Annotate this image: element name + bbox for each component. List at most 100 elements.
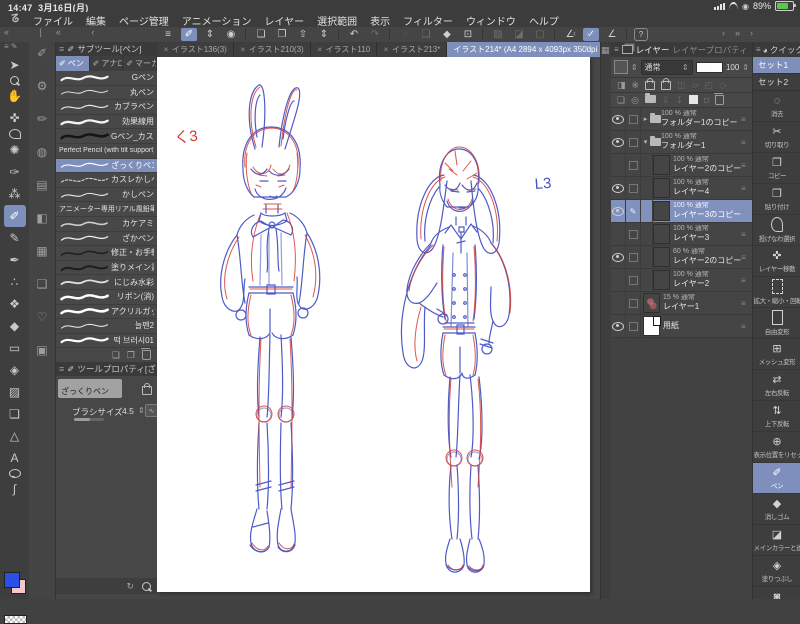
layer-row[interactable]: 100 % 通常 レイヤー4 ≡ xyxy=(611,177,752,200)
layer-row-menu-icon[interactable]: ≡ xyxy=(741,299,752,308)
quick-item[interactable]: 自由変形 xyxy=(753,308,800,339)
layer-row-menu-icon[interactable]: ≡ xyxy=(741,161,752,170)
close-tab-icon[interactable]: ✕ xyxy=(317,46,323,54)
tool-icon[interactable]: ∴ xyxy=(4,271,26,293)
palette-dock-icon[interactable]: ❏ xyxy=(37,277,48,293)
canvas-tab[interactable]: ✕ イラスト210(3) xyxy=(234,42,311,57)
layer-option-icon[interactable]: ◇ xyxy=(719,80,726,91)
tool-icon[interactable]: ✑ xyxy=(4,161,26,183)
palette-dock-icon[interactable]: ◧ xyxy=(36,211,47,227)
canvas-tab[interactable]: ✕ イラスト110 xyxy=(311,42,377,57)
tool-icon[interactable]: ⁂ xyxy=(4,183,26,205)
command-icon[interactable]: ▨ xyxy=(490,28,506,41)
layer-option-icon[interactable]: ◫ xyxy=(677,80,686,91)
close-tab-icon[interactable]: ✕ xyxy=(240,46,246,54)
brush-footer-icon[interactable]: ❐ xyxy=(127,350,135,361)
close-tab-icon[interactable]: ✕ xyxy=(383,46,389,54)
transparent-color-swatch[interactable] xyxy=(4,615,27,624)
brush-list-item[interactable]: Gペン xyxy=(56,71,157,86)
layer-row[interactable]: 60 % 通常 レイヤー2のコピー2 ≡ xyxy=(611,246,752,269)
canvas-tab[interactable]: ✕ イラスト136(3) xyxy=(157,42,234,57)
layer-check-cell[interactable]: ✎ xyxy=(626,200,641,222)
command-icon[interactable]: ✐ xyxy=(181,28,197,41)
tool-icon[interactable]: ✒ xyxy=(4,249,26,271)
layer-row-menu-icon[interactable]: ≡ xyxy=(741,138,752,147)
layer-action-icon[interactable]: ↧ xyxy=(675,95,683,106)
palette-dock-icon[interactable]: ▤ xyxy=(36,178,47,194)
thumbnail-stepper[interactable]: ⇕ xyxy=(631,63,638,72)
layer-visibility-cell[interactable] xyxy=(611,223,626,245)
brush-list-item[interactable]: Perfect Pencil (with tilt support) xyxy=(56,144,157,159)
menu-item[interactable]: ページ管理 xyxy=(119,13,169,28)
command-icon[interactable]: ⊡ xyxy=(460,28,476,41)
selected-brush-box[interactable]: ざっくりペン xyxy=(58,379,122,398)
layer-option-icon[interactable]: ※ xyxy=(632,80,640,91)
palette-dock-icon[interactable]: ✐ xyxy=(37,46,47,62)
quick-item[interactable]: ⊕ 表示位置をリセット xyxy=(753,432,800,463)
tool-icon[interactable]: ✋ xyxy=(4,85,26,107)
quick-access-header[interactable]: ≡ ◕ クイック xyxy=(753,42,800,57)
quick-item[interactable]: ✜ レイヤー移動 xyxy=(753,246,800,277)
layer-row-menu-icon[interactable]: ≡ xyxy=(741,207,752,216)
menu-item[interactable]: ウィンドウ xyxy=(466,13,516,28)
brush-list-item[interactable]: アニメーター専用リアル風鉛筆 社F xyxy=(56,202,157,217)
quick-item[interactable]: ◈ 塗りつぶし xyxy=(753,556,800,587)
right-collapse-arrows-2[interactable]: ›»› xyxy=(722,28,753,38)
color-swatches[interactable] xyxy=(4,572,26,594)
panel-menu-icon[interactable]: ≡ xyxy=(756,45,761,54)
command-icon[interactable]: ▢ xyxy=(532,28,548,41)
layer-visibility-cell[interactable] xyxy=(611,200,626,222)
layer-visibility-cell[interactable] xyxy=(611,269,626,291)
palette-dock-icon[interactable]: ▣ xyxy=(36,343,47,359)
layer-row[interactable]: ▸ 100 % 通常 フォルダー1のコピー ≡ xyxy=(611,108,752,131)
tool-icon[interactable]: A xyxy=(4,447,26,469)
command-icon[interactable]: ◆ xyxy=(439,28,455,41)
layer-action-icon[interactable] xyxy=(715,95,724,105)
brush-list-item[interactable]: 修正・お手軽カケアミ xyxy=(56,246,157,261)
quick-item[interactable]: ⇄ 左右反転 xyxy=(753,370,800,401)
command-icon[interactable]: ❐ xyxy=(274,28,290,41)
command-icon[interactable] xyxy=(245,29,247,40)
palette-strip-icon[interactable]: ▦ xyxy=(601,45,610,61)
command-icon[interactable]: ∠ xyxy=(604,28,620,41)
brush-footer-icon[interactable]: ❏ xyxy=(112,350,120,361)
layer-row[interactable]: 100 % 通常 レイヤー3 ≡ xyxy=(611,223,752,246)
tool-icon[interactable]: ∫ xyxy=(4,478,26,500)
opacity-slider[interactable] xyxy=(696,62,723,73)
blend-mode-select[interactable]: 通常 ⇕ xyxy=(641,60,693,75)
panel-menu-icon[interactable]: ≡ xyxy=(59,44,64,54)
brush-size-slider[interactable] xyxy=(74,418,104,421)
palette-dock-icon[interactable]: ✏ xyxy=(37,112,47,128)
brush-list-item[interactable]: リボン(消) xyxy=(56,290,157,305)
brush-list-item[interactable]: アクリルガッシュ01 xyxy=(56,305,157,320)
layer-action-icon[interactable]: ◘ xyxy=(704,95,709,105)
layer-visibility-cell[interactable] xyxy=(611,131,626,153)
layer-option-icon[interactable] xyxy=(645,81,655,90)
layer-visibility-cell[interactable] xyxy=(611,292,626,314)
brush-list-item[interactable]: ざかペン xyxy=(56,232,157,247)
layer-check-cell[interactable] xyxy=(626,269,641,291)
tool-icon[interactable]: ✜ xyxy=(4,107,26,129)
quick-item[interactable]: ❒ 貼り付け xyxy=(753,184,800,215)
tool-icon[interactable] xyxy=(10,76,19,85)
layer-visibility-cell[interactable] xyxy=(611,108,626,130)
quick-set-tab[interactable]: セット1 xyxy=(753,57,800,74)
lock-icon[interactable] xyxy=(142,382,152,400)
command-icon[interactable] xyxy=(626,29,628,40)
command-icon[interactable]: ❏ xyxy=(418,28,434,41)
command-icon[interactable]: ↶ xyxy=(346,28,362,41)
brush-list-item[interactable]: 塗りメイン畫 xyxy=(56,261,157,276)
layer-row[interactable]: 15 % 通常 レイヤー1 ≡ xyxy=(611,292,752,315)
command-icon[interactable]: ❏ xyxy=(253,28,269,41)
tool-icon[interactable]: △ xyxy=(4,425,26,447)
palette-dock-icon[interactable]: ◍ xyxy=(37,145,47,161)
brush-size-stepper[interactable]: ⇕ xyxy=(138,406,145,415)
tool-icon[interactable]: ✺ xyxy=(4,139,26,161)
quick-item[interactable]: 拡大・縮小・回転 xyxy=(753,277,800,308)
tool-icon[interactable] xyxy=(9,469,21,478)
tab-layer-property[interactable]: レイヤープロパティ xyxy=(672,44,749,56)
layer-row[interactable]: 用紙 ≡ xyxy=(611,315,752,338)
quick-item[interactable]: ✐ ペン xyxy=(753,463,800,494)
layer-check-cell[interactable] xyxy=(626,292,641,314)
quick-item[interactable]: ✂ 切り取り xyxy=(753,122,800,153)
